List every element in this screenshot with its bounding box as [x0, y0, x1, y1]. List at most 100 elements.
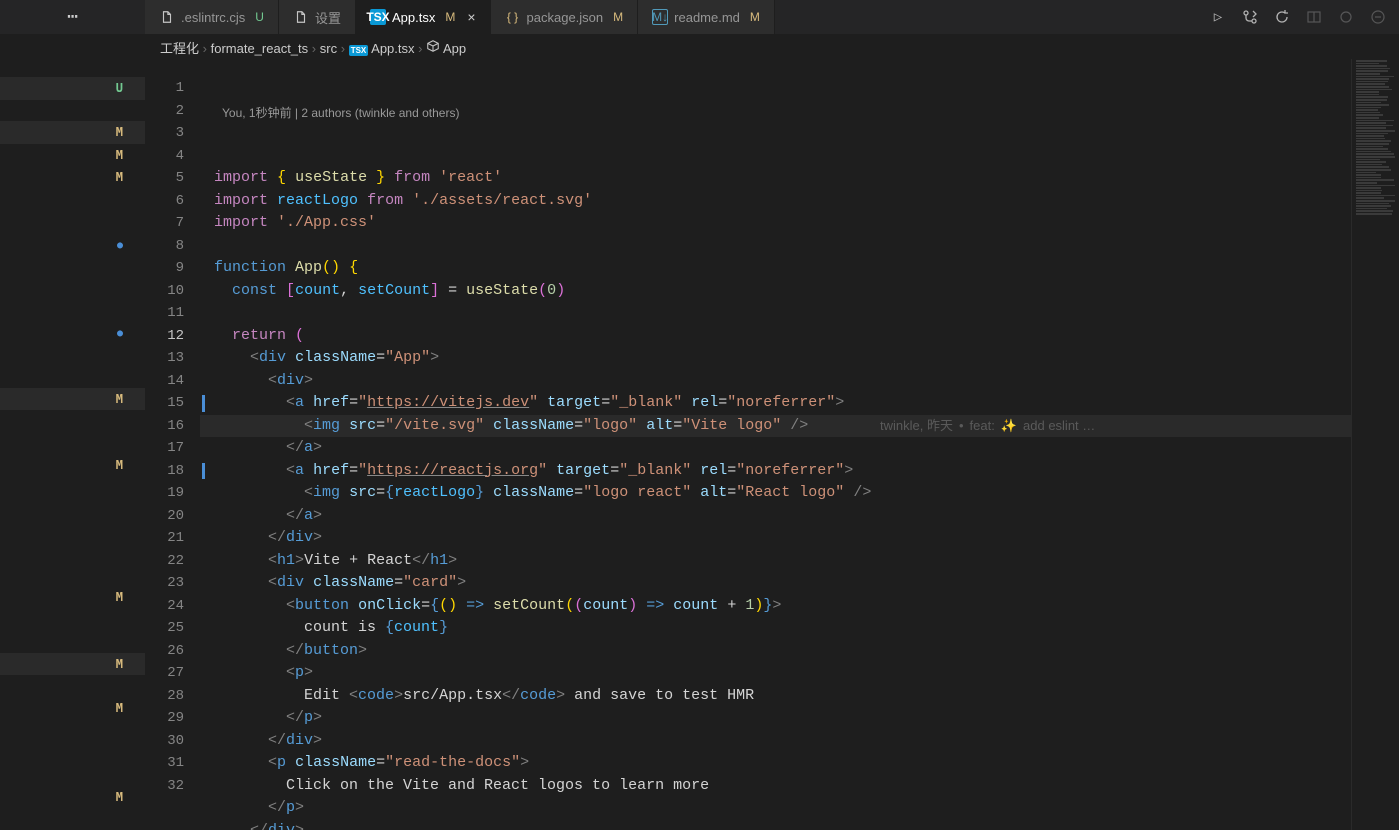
line-number: 28 — [145, 685, 200, 708]
breadcrumb-symbol[interactable]: App — [443, 41, 466, 56]
tab-App-tsx[interactable]: TSXApp.tsxM× — [356, 0, 491, 34]
code-line[interactable]: import './App.css' — [200, 212, 1399, 235]
vcs-gutter-mark — [0, 211, 145, 233]
tab-label: package.json — [527, 10, 604, 25]
line-number: 31 — [145, 752, 200, 775]
code-line[interactable]: <a href="https://vitejs.dev" target="_bl… — [200, 392, 1399, 415]
code-line[interactable]: <div className="App"> — [200, 347, 1399, 370]
line-number: 27 — [145, 662, 200, 685]
code-line[interactable]: </a> — [200, 505, 1399, 528]
vcs-gutter-mark — [0, 321, 145, 344]
code-line[interactable]: <p> — [200, 662, 1399, 685]
inline-git-blame[interactable]: twinkle, 昨天•feat:✨add eslint … — [880, 415, 1095, 438]
vcs-gutter-mark: M — [0, 586, 145, 609]
breadcrumb-segment[interactable]: src — [320, 41, 337, 56]
line-number: 19 — [145, 482, 200, 505]
code-line[interactable]: <button onClick={() => setCount((count) … — [200, 595, 1399, 618]
code-line[interactable]: <img src={reactLogo} className="logo rea… — [200, 482, 1399, 505]
line-number: 29 — [145, 707, 200, 730]
code-editor[interactable]: You, 1秒钟前 | 2 authors (twinkle and other… — [200, 59, 1399, 830]
vcs-gutter-mark — [0, 277, 145, 299]
settings-icon[interactable] — [1337, 8, 1355, 26]
tab-modified-badge: M — [613, 10, 623, 24]
vcs-gutter-mark: U — [0, 77, 145, 100]
line-number: 8 — [145, 235, 200, 258]
tab--eslintrc-cjs[interactable]: .eslintrc.cjsU — [145, 0, 279, 34]
line-number: 16 — [145, 415, 200, 438]
run-icon[interactable]: ▷ — [1209, 8, 1227, 26]
git-change-bar — [202, 463, 205, 480]
code-line[interactable]: </a> — [200, 437, 1399, 460]
revert-icon[interactable] — [1273, 8, 1291, 26]
code-line[interactable]: </div> — [200, 730, 1399, 753]
code-line[interactable]: Edit <code>src/App.tsx</code> and save t… — [200, 685, 1399, 708]
vcs-gutter-mark — [0, 100, 145, 122]
line-number: 15 — [145, 392, 200, 415]
code-line[interactable]: </p> — [200, 707, 1399, 730]
line-number: 24 — [145, 595, 200, 618]
vcs-gutter-mark — [0, 432, 145, 454]
code-line[interactable]: <h1>Vite + React</h1> — [200, 550, 1399, 573]
line-number: 22 — [145, 550, 200, 573]
compare-changes-icon[interactable] — [1241, 8, 1259, 26]
line-number: 11 — [145, 302, 200, 325]
vcs-gutter-mark — [0, 720, 145, 742]
line-number: 23 — [145, 572, 200, 595]
line-number: 4 — [145, 145, 200, 168]
code-line[interactable]: import reactLogo from './assets/react.sv… — [200, 190, 1399, 213]
breadcrumb-file[interactable]: App.tsx — [371, 41, 414, 56]
code-line[interactable]: Click on the Vite and React logos to lea… — [200, 775, 1399, 798]
line-number: 10 — [145, 280, 200, 303]
vcs-gutter-mark — [0, 477, 145, 499]
code-line[interactable] — [200, 235, 1399, 258]
tab--[interactable]: 设置 — [279, 0, 356, 34]
code-line[interactable]: <div> — [200, 370, 1399, 393]
line-number: 26 — [145, 640, 200, 663]
code-line[interactable]: const [count, setCount] = useState(0) — [200, 280, 1399, 303]
vcs-gutter-mark — [0, 299, 145, 321]
vcs-gutter-mark: M — [0, 653, 145, 676]
more-actions-icon[interactable] — [1369, 8, 1387, 26]
code-line[interactable]: <div className="card"> — [200, 572, 1399, 595]
line-number: 32 — [145, 775, 200, 798]
breadcrumb-segment[interactable]: 工程化 — [160, 41, 199, 56]
vcs-gutter-mark: M — [0, 786, 145, 809]
vcs-gutter-mark — [0, 609, 145, 631]
code-line[interactable]: import { useState } from 'react' — [200, 167, 1399, 190]
breadcrumb-segment[interactable]: formate_react_ts — [211, 41, 309, 56]
react-file-icon: TSX — [370, 9, 386, 25]
code-line[interactable]: return ( — [200, 325, 1399, 348]
code-line[interactable]: </div> — [200, 820, 1399, 830]
code-line[interactable]: <p className="read-the-docs"> — [200, 752, 1399, 775]
tab-readme-md[interactable]: M↓readme.mdM — [638, 0, 775, 34]
code-line[interactable]: </p> — [200, 797, 1399, 820]
vcs-gutter-mark — [0, 344, 145, 366]
vcs-gutter-mark: M — [0, 697, 145, 720]
vcs-gutter-mark — [0, 564, 145, 586]
vcs-gutter-mark — [0, 742, 145, 764]
code-line[interactable]: <a href="https://reactjs.org" target="_b… — [200, 460, 1399, 483]
code-line[interactable]: </div> — [200, 527, 1399, 550]
line-number: 3 — [145, 122, 200, 145]
code-line[interactable]: <img src="/vite.svg" className="logo" al… — [200, 415, 1399, 438]
code-line[interactable]: </button> — [200, 640, 1399, 663]
tab-label: .eslintrc.cjs — [181, 10, 245, 25]
vcs-gutter-mark — [0, 675, 145, 697]
breadcrumb[interactable]: 工程化 › formate_react_ts › src › TSX App.t… — [0, 35, 1399, 59]
tab-modified-badge: M — [750, 10, 760, 24]
code-line[interactable]: count is {count} — [200, 617, 1399, 640]
vcs-gutter-mark — [0, 542, 145, 564]
tab-overflow-button[interactable]: ⋯ — [67, 6, 78, 28]
vcs-gutter-mark — [0, 366, 145, 388]
close-icon[interactable]: × — [467, 9, 475, 25]
code-line[interactable]: function App() { — [200, 257, 1399, 280]
tabs-bar: ⋯ .eslintrc.cjsU设置TSXApp.tsxM× { } package… — [0, 0, 1399, 35]
line-number-gutter: 1234567891011121314151617181920212223242… — [145, 59, 200, 830]
tab-package-json[interactable]: { } package.json M — [491, 0, 639, 34]
codelens-authors[interactable]: You, 1秒钟前 | 2 authors (twinkle and other… — [200, 104, 1399, 122]
code-line[interactable] — [200, 302, 1399, 325]
vcs-gutter-mark — [0, 631, 145, 653]
json-file-icon: { } — [505, 9, 521, 25]
split-editor-icon[interactable] — [1305, 8, 1323, 26]
minimap[interactable] — [1351, 59, 1399, 830]
